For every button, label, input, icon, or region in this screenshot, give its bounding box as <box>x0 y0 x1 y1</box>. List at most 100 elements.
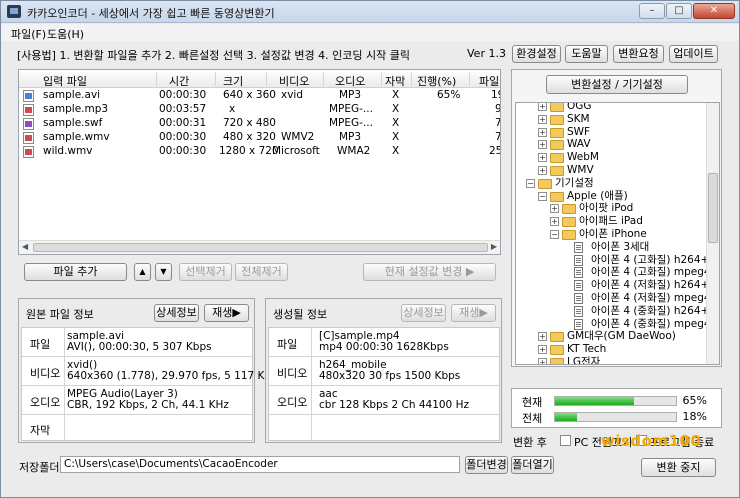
column-divider[interactable] <box>411 72 412 86</box>
tree-item[interactable]: − 기기설정 <box>516 177 708 190</box>
file-list-hscrollbar[interactable]: ◀ ▶ <box>19 240 500 254</box>
file-subtitle: X <box>392 89 400 101</box>
expand-icon[interactable]: + <box>550 217 559 227</box>
expand-icon[interactable]: + <box>538 332 547 342</box>
expand-icon[interactable]: + <box>538 127 547 137</box>
info-row-audio: 오디오 MPEG Audio(Layer 3) CBR, 192 Kbps, 2… <box>22 386 252 415</box>
settings-title-button[interactable]: 변환설정 / 기기설정 <box>546 75 688 94</box>
tree-vscrollbar[interactable] <box>706 103 719 364</box>
file-size: x <box>229 103 236 115</box>
column-size[interactable]: 크기 <box>223 73 243 89</box>
tree-item-label: KT Tech <box>567 343 607 356</box>
column-progress[interactable]: 진행(%) <box>417 73 456 89</box>
tree-item[interactable]: 아이폰 3세대 <box>516 241 708 254</box>
column-divider[interactable] <box>469 72 470 86</box>
total-progress-fill <box>555 413 577 421</box>
scroll-thumb[interactable] <box>33 243 488 252</box>
file-video: Microsoft <box>272 145 320 157</box>
file-subtitle: X <box>392 103 400 115</box>
expand-icon[interactable]: + <box>538 114 547 124</box>
column-video[interactable]: 비디오 <box>279 73 309 89</box>
tree-item[interactable]: − Apple (애플) <box>516 190 708 203</box>
file-row[interactable]: sample.mp3 00:03:57 x MPEG-... X 9 <box>19 103 500 117</box>
tree-item[interactable]: + WMV <box>516 164 708 177</box>
tree-item[interactable]: + LG전자 <box>516 356 708 364</box>
menu-help[interactable]: 도움(H) <box>47 26 84 42</box>
open-folder-button[interactable]: 폴더열기 <box>511 456 554 474</box>
tree-item[interactable]: 아이폰 4 (고화질) h264+a <box>516 254 716 267</box>
collapse-icon[interactable]: − <box>538 191 547 201</box>
tree-item[interactable]: + SWF <box>516 126 708 139</box>
help-button[interactable]: 도움말 <box>565 45 608 63</box>
preferences-button[interactable]: 환경설정 <box>512 45 561 63</box>
tree-item[interactable]: + SKM <box>516 113 708 126</box>
column-time[interactable]: 시간 <box>169 73 189 89</box>
file-row[interactable]: sample.avi 00:00:30 640 x 360 xvid MP3 X… <box>19 89 500 103</box>
maximize-button[interactable]: □ <box>666 3 692 19</box>
scroll-right-icon[interactable]: ▶ <box>491 242 497 251</box>
tree-item[interactable]: + 아이팟 iPod <box>516 202 708 215</box>
tree-item[interactable]: 아이폰 4 (저화질) mpeg4 <box>516 292 711 305</box>
tree-item[interactable]: 아이폰 4 (중화질) mpeg4 <box>516 318 711 331</box>
update-button[interactable]: 업데이트 <box>669 45 718 63</box>
move-up-button[interactable]: ▲ <box>134 263 151 281</box>
column-file[interactable]: 파일 <box>479 73 499 89</box>
expand-icon[interactable]: + <box>538 166 547 175</box>
folder-icon <box>550 332 564 343</box>
source-details-button[interactable]: 상세정보 <box>154 304 199 322</box>
apply-settings-button[interactable]: 현재 설정값 변경 ▶ <box>363 263 496 281</box>
request-button[interactable]: 변환요청 <box>613 45 664 63</box>
expand-icon[interactable]: + <box>538 358 547 364</box>
menu-file[interactable]: 파일(F) <box>11 26 46 42</box>
tree-item[interactable]: + WAV <box>516 138 708 151</box>
expand-icon[interactable]: + <box>538 153 547 163</box>
expand-icon[interactable]: + <box>538 140 547 150</box>
output-play-button[interactable]: 재생▶ <box>451 304 496 322</box>
file-row[interactable]: wild.wmv 00:00:30 1280 x 720 Microsoft W… <box>19 145 500 159</box>
remove-selected-button[interactable]: 선택제거 <box>179 263 232 281</box>
close-button[interactable]: ✕ <box>693 3 735 19</box>
collapse-icon[interactable]: − <box>526 178 535 188</box>
change-folder-button[interactable]: 폴더변경 <box>465 456 508 474</box>
save-folder-path-field[interactable]: C:\Users\case\Documents\CacaoEncoder <box>60 456 460 473</box>
add-file-button[interactable]: 파일 추가 <box>24 263 127 281</box>
tree-item[interactable]: 아이폰 4 (중화질) h264+a <box>516 305 716 318</box>
shutdown-checkbox[interactable] <box>560 435 571 446</box>
tree-item[interactable]: + KT Tech <box>516 343 708 356</box>
source-play-button[interactable]: 재생▶ <box>204 304 249 322</box>
file-row[interactable]: sample.swf 00:00:31 720 x 480 MPEG-... X… <box>19 117 500 131</box>
column-audio[interactable]: 오디오 <box>335 73 365 89</box>
move-down-button[interactable]: ▼ <box>155 263 172 281</box>
collapse-icon[interactable]: − <box>550 230 559 239</box>
file-time: 00:00:31 <box>159 117 207 129</box>
remove-all-button[interactable]: 전체제거 <box>235 263 288 281</box>
column-divider[interactable] <box>323 72 324 86</box>
stop-conversion-button[interactable]: 변환 중지 <box>641 458 716 477</box>
tree-item[interactable]: − 아이폰 iPhone <box>516 228 708 241</box>
settings-tree[interactable]: + LG전자 + KT Tech + GM대우(GM DaeWoo) 아이폰 4 (중화질)… <box>515 102 720 365</box>
tree-item[interactable]: + WebM <box>516 151 708 164</box>
tree-item[interactable]: 아이폰 4 (저화질) h264+a <box>516 279 716 292</box>
column-input-file[interactable]: 입력 파일 <box>43 73 87 89</box>
column-divider[interactable] <box>215 72 216 86</box>
minimize-button[interactable]: – <box>639 3 665 19</box>
expand-icon[interactable]: + <box>538 345 547 355</box>
tree-item[interactable]: + OGG <box>516 103 708 113</box>
info-label: 비디오 <box>30 367 61 380</box>
tree-item[interactable]: + GM대우(GM DaeWoo) <box>516 330 708 343</box>
column-divider[interactable] <box>266 72 267 86</box>
expand-icon[interactable]: + <box>538 103 547 111</box>
file-row[interactable]: sample.wmv 00:00:30 480 x 320 WMV2 MP3 X… <box>19 131 500 145</box>
tree-item[interactable]: + 아이패드 iPad <box>516 215 708 228</box>
output-details-button[interactable]: 상세정보 <box>401 304 446 322</box>
expand-icon[interactable]: + <box>550 204 559 214</box>
tree-item[interactable]: 아이폰 4 (고화질) mpeg4 <box>516 266 711 279</box>
folder-icon <box>550 114 564 125</box>
scroll-left-icon[interactable]: ◀ <box>22 242 28 251</box>
file-list[interactable]: 입력 파일 시간 크기 비디오 오디오 자막 진행(%) 파일 sample.a… <box>18 69 501 255</box>
info-row-file: 파일 sample.avi AVI(), 00:00:30, 5 307 Kbp… <box>22 328 252 357</box>
column-divider[interactable] <box>156 72 157 86</box>
scroll-thumb[interactable] <box>708 173 718 243</box>
column-subtitle[interactable]: 자막 <box>385 73 405 89</box>
column-divider[interactable] <box>381 72 382 86</box>
